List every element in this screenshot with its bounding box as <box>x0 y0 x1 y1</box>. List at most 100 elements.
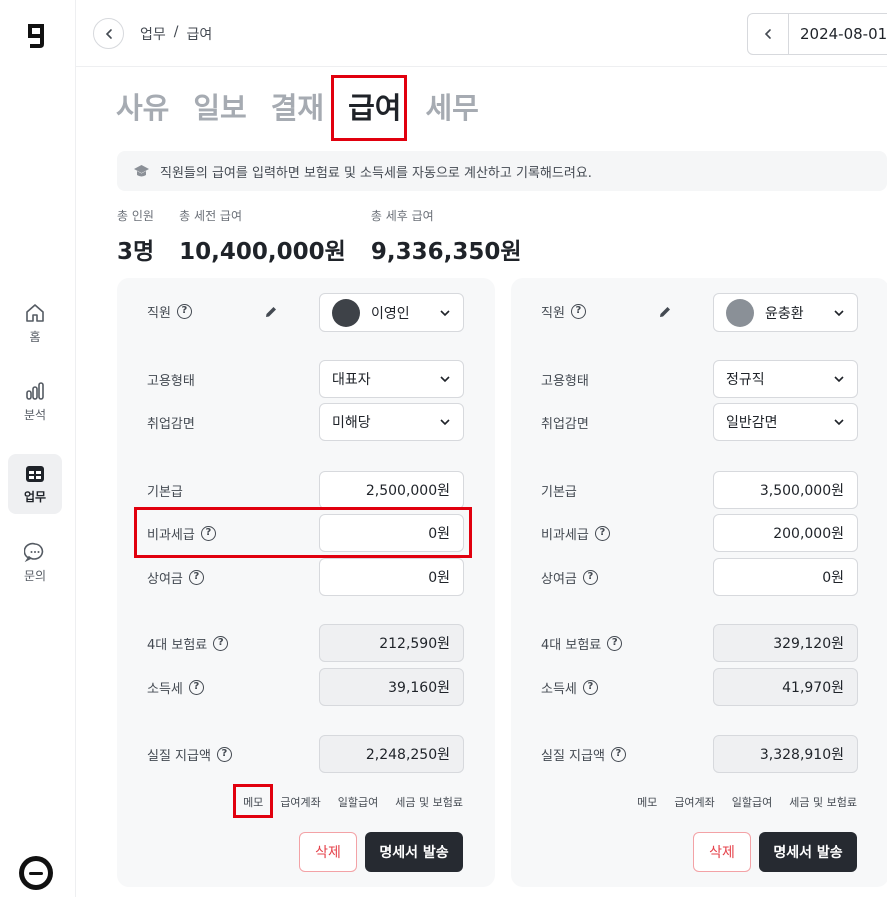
help-icon[interactable]: ? <box>594 526 610 541</box>
account-link[interactable]: 급여계좌 <box>280 794 320 810</box>
net-pay-label-group: 실질 지급액? <box>147 745 232 764</box>
edit-icon[interactable] <box>658 305 672 319</box>
delete-button[interactable]: 삭제 <box>299 832 357 872</box>
chevron-down-icon <box>834 376 844 383</box>
field-label: 직원 <box>541 306 565 321</box>
chevron-down-icon <box>440 419 450 426</box>
help-icon[interactable]: ? <box>216 747 232 762</box>
sidebar: 홈 분석 업무 문의 <box>0 0 76 897</box>
field-label: 기본급 <box>541 485 577 500</box>
highlight-memo-link <box>233 784 273 818</box>
breadcrumb-section[interactable]: 업무 <box>140 24 166 44</box>
sidebar-item-label: 문의 <box>23 568 47 583</box>
summary-label: 총 인원 <box>117 209 154 223</box>
bonus-input[interactable]: 0원 <box>713 558 858 596</box>
employee-select[interactable]: 이영인 <box>319 293 464 332</box>
base-pay-input[interactable]: 3,500,000원 <box>713 471 858 509</box>
field-label: 취업감면 <box>541 417 589 432</box>
tax-insurance-link[interactable]: 세금 및 보험료 <box>395 794 463 810</box>
select-value: 정규직 <box>726 372 765 388</box>
nontax-pay-row: 비과세급? 200,000원 <box>541 514 887 554</box>
profile-avatar-inner <box>24 861 48 885</box>
chevron-down-icon <box>834 419 844 426</box>
tab-daily-report[interactable]: 일보 <box>193 90 246 126</box>
summary-aftertax: 총 세후 급여 9,336,350원 <box>371 207 522 266</box>
help-icon[interactable]: ? <box>610 747 626 762</box>
income-tax-label-group: 소득세? <box>541 678 598 697</box>
send-statement-button[interactable]: 명세서 발송 <box>365 832 463 872</box>
tab-tax[interactable]: 세무 <box>426 90 479 126</box>
graduation-cap-icon <box>134 164 149 176</box>
nontax-pay-input[interactable]: 200,000원 <box>713 514 858 552</box>
profile-avatar[interactable] <box>19 856 53 890</box>
tab-reason[interactable]: 사유 <box>116 90 169 126</box>
date-prev-button[interactable] <box>748 14 789 54</box>
help-icon[interactable]: ? <box>582 570 598 585</box>
edit-icon[interactable] <box>264 305 278 319</box>
employment-type-select[interactable]: 정규직 <box>713 360 858 398</box>
exemption-select[interactable]: 미해당 <box>319 403 464 441</box>
help-icon[interactable]: ? <box>213 636 229 651</box>
help-icon[interactable]: ? <box>176 304 192 319</box>
back-button[interactable] <box>93 18 124 49</box>
employee-select[interactable]: 윤충환 <box>713 293 858 332</box>
card-links: 메모 급여계좌 일할급여 세금 및 보험료 <box>637 794 857 810</box>
card-links: 메모 급여계좌 일할급여 세금 및 보험료 <box>243 794 463 810</box>
select-value: 미해당 <box>332 415 371 431</box>
field-label: 직원 <box>147 306 171 321</box>
summary-label: 총 세전 급여 <box>179 209 243 223</box>
employment-type-select[interactable]: 대표자 <box>319 360 464 398</box>
chevron-left-icon <box>764 29 771 39</box>
date-picker[interactable]: 2024-08-01 <box>747 13 887 55</box>
summary-label: 총 세후 급여 <box>370 209 434 223</box>
field-label: 4대 보험료 <box>541 638 602 653</box>
exemption-row: 취업감면 일반감면 <box>541 403 887 443</box>
tab-approval[interactable]: 결재 <box>271 90 324 126</box>
income-tax-row: 소득세? 41,970원 <box>541 668 887 708</box>
delete-button[interactable]: 삭제 <box>693 832 751 872</box>
breadcrumb-page: 급여 <box>186 27 213 43</box>
employee-avatar <box>332 298 360 327</box>
send-statement-button[interactable]: 명세서 발송 <box>759 832 857 872</box>
base-pay-row: 기본급 2,500,000원 <box>147 471 495 511</box>
employee-label-group: 직원? <box>541 302 586 321</box>
breadcrumb: 업무 / 급여 <box>140 24 212 44</box>
top-header: 업무 / 급여 2024-08-01 <box>76 0 887 67</box>
sidebar-item-work[interactable]: 업무 <box>8 454 62 514</box>
field-label: 비과세급 <box>541 528 589 543</box>
employee-card: 직원? 윤충환 고용형태 정규직 취업감면 일반감면 기본급 3,500,000… <box>511 278 887 887</box>
bonus-label-group: 상여금? <box>541 568 598 587</box>
account-link[interactable]: 급여계좌 <box>674 794 714 810</box>
bonus-row: 상여금? 0원 <box>147 558 495 598</box>
sidebar-item-analysis[interactable]: 분석 <box>8 371 62 431</box>
field-label: 상여금 <box>147 572 183 587</box>
bonus-input[interactable]: 0원 <box>319 558 464 596</box>
sidebar-item-inquiry[interactable]: 문의 <box>8 532 62 592</box>
help-icon[interactable]: ? <box>607 636 623 651</box>
field-label: 실질 지급액 <box>147 749 211 764</box>
field-label: 취업감면 <box>147 417 195 432</box>
daily-pay-link[interactable]: 일할급여 <box>732 794 772 810</box>
insurance-value: 329,120원 <box>713 624 858 662</box>
app-logo[interactable] <box>24 22 48 50</box>
category-tabs: 사유 일보 결재 급여 세무 <box>116 90 503 126</box>
net-pay-value: 2,248,250원 <box>319 735 464 773</box>
insurance-label-group: 4대 보험료? <box>541 634 623 653</box>
help-icon[interactable]: ? <box>188 680 204 695</box>
help-icon[interactable]: ? <box>188 570 204 585</box>
daily-pay-link[interactable]: 일할급여 <box>338 794 378 810</box>
memo-link[interactable]: 메모 <box>637 794 657 810</box>
summary-value: 10,400,000원 <box>179 239 346 265</box>
insurance-label-group: 4대 보험료? <box>147 634 229 653</box>
banner-text: 직원들의 급여를 입력하면 보험료 및 소득세를 자동으로 계산하고 기록해드려… <box>160 165 592 181</box>
sidebar-item-home[interactable]: 홈 <box>8 293 62 353</box>
insurance-row: 4대 보험료? 329,120원 <box>541 624 887 664</box>
tax-insurance-link[interactable]: 세금 및 보험료 <box>789 794 857 810</box>
field-label: 고용형태 <box>541 374 589 389</box>
exemption-select[interactable]: 일반감면 <box>713 403 858 441</box>
summary-value: 3명 <box>117 239 155 265</box>
bar-chart-icon <box>26 381 44 400</box>
help-icon[interactable]: ? <box>582 680 598 695</box>
help-icon[interactable]: ? <box>570 304 586 319</box>
base-pay-input[interactable]: 2,500,000원 <box>319 471 464 509</box>
